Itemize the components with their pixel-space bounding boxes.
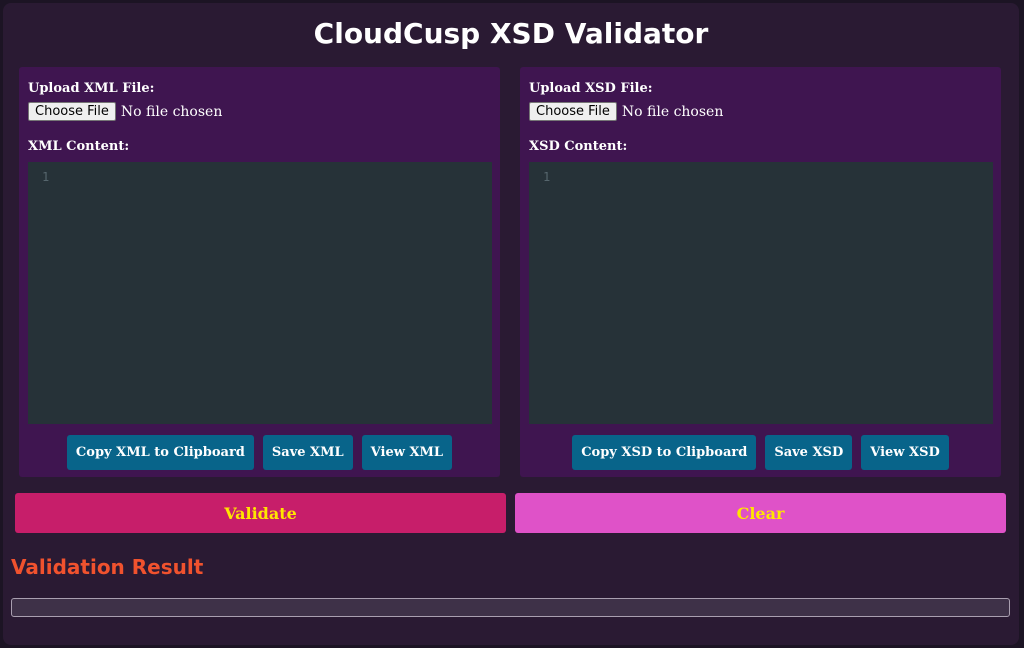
save-xml-button[interactable]: Save XML [262,435,353,470]
validate-button[interactable]: Validate [15,493,506,533]
xsd-button-row: Copy XSD to Clipboard Save XSD View XSD [520,435,1001,470]
xml-code-editor[interactable]: 1 [28,162,492,424]
save-xsd-button[interactable]: Save XSD [765,435,853,470]
xsd-code-editor[interactable]: 1 [529,162,993,424]
xml-choose-file-button[interactable]: Choose File [28,102,116,121]
page-title: CloudCusp XSD Validator [313,17,709,50]
view-xsd-button[interactable]: View XSD [861,435,949,470]
xsd-file-input[interactable]: Choose File No file chosen [529,102,723,121]
xsd-upload-label: Upload XSD File: [529,81,653,96]
validation-result-heading: Validation Result [11,555,204,579]
app-window: CloudCusp XSD Validator Upload XML File:… [3,3,1019,645]
xsd-panel: Upload XSD File: Choose File No file cho… [520,67,1001,477]
xsd-choose-file-button[interactable]: Choose File [529,102,617,121]
xsd-content-label: XSD Content: [529,139,628,154]
xml-line-number: 1 [42,170,50,184]
clear-button[interactable]: Clear [515,493,1006,533]
xml-upload-label: Upload XML File: [28,81,155,96]
copy-xml-button[interactable]: Copy XML to Clipboard [66,435,254,470]
xml-panel: Upload XML File: Choose File No file cho… [19,67,500,477]
copy-xsd-button[interactable]: Copy XSD to Clipboard [572,435,757,470]
xml-button-row: Copy XML to Clipboard Save XML View XML [19,435,500,470]
validation-result-output [11,598,1010,617]
xml-file-input[interactable]: Choose File No file chosen [28,102,222,121]
xsd-line-number: 1 [543,170,551,184]
xml-no-file-text: No file chosen [120,103,223,120]
xml-content-label: XML Content: [28,139,130,154]
view-xml-button[interactable]: View XML [361,435,453,470]
xsd-no-file-text: No file chosen [621,103,724,120]
